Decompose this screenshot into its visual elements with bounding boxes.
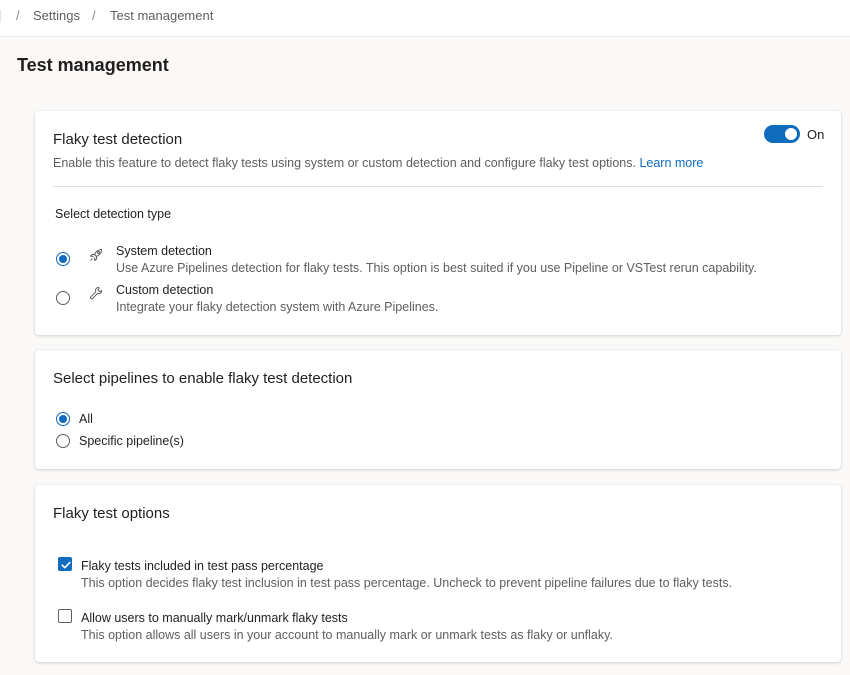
checkmark-icon <box>61 561 71 569</box>
toggle-state-label: On <box>807 127 825 142</box>
manual-mark-checkbox[interactable] <box>58 609 72 623</box>
learn-more-link[interactable]: Learn more <box>639 156 703 170</box>
include-pass-percentage-checkbox[interactable] <box>58 557 72 571</box>
pipelines-card: Select pipelines to enable flaky test de… <box>35 350 841 469</box>
manual-mark-description: This option allows all users in your acc… <box>81 628 613 642</box>
breadcrumb-current: Test management <box>110 8 214 23</box>
all-pipelines-radio[interactable] <box>56 412 70 426</box>
toggle-knob <box>785 128 797 140</box>
divider <box>53 186 823 187</box>
detection-type-label: Select detection type <box>55 207 172 221</box>
system-detection-radio[interactable] <box>56 252 70 266</box>
rocket-icon <box>89 248 103 262</box>
include-pass-percentage-description: This option decides flaky test inclusion… <box>81 576 733 590</box>
page-title: Test management <box>17 55 169 75</box>
include-pass-percentage-title: Flaky tests included in test pass percen… <box>81 559 324 573</box>
flaky-detection-title: Flaky test detection <box>53 131 183 148</box>
system-detection-description: Use Azure Pipelines detection for flaky … <box>116 261 757 275</box>
flaky-options-title: Flaky test options <box>53 505 170 522</box>
custom-detection-description: Integrate your flaky detection system wi… <box>116 300 439 314</box>
flaky-detection-card: Flaky test detection On Enable this feat… <box>35 111 841 335</box>
specific-pipelines-radio[interactable] <box>56 434 70 448</box>
system-detection-title: System detection <box>116 244 212 258</box>
breadcrumb-separator: / <box>16 8 20 23</box>
description-text: Enable this feature to detect flaky test… <box>53 156 636 170</box>
breadcrumb-separator: | <box>0 8 1 23</box>
flaky-detection-description: Enable this feature to detect flaky test… <box>53 156 703 170</box>
flaky-options-card: Flaky test options Flaky tests included … <box>35 485 841 662</box>
all-pipelines-label: All <box>79 412 93 426</box>
flaky-detection-toggle[interactable] <box>764 125 800 143</box>
custom-detection-title: Custom detection <box>116 283 214 297</box>
wrench-icon <box>89 287 103 300</box>
manual-mark-title: Allow users to manually mark/unmark flak… <box>81 611 348 625</box>
custom-detection-radio[interactable] <box>56 291 70 305</box>
breadcrumb: | / Settings / Test management <box>0 0 850 37</box>
pipelines-card-title: Select pipelines to enable flaky test de… <box>53 370 353 387</box>
breadcrumb-separator: / <box>92 8 96 23</box>
breadcrumb-settings-link[interactable]: Settings <box>33 8 80 23</box>
specific-pipelines-label: Specific pipeline(s) <box>79 434 184 448</box>
